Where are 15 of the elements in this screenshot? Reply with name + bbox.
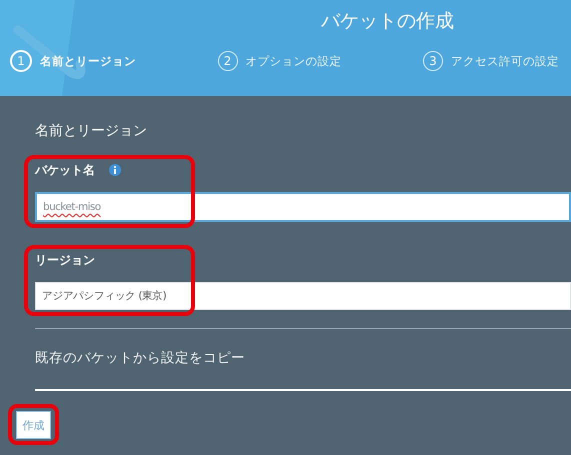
step-tab[interactable]: アクセス許可の設定 — [451, 54, 559, 68]
create-button[interactable]: 作成 — [16, 411, 51, 439]
section-heading: 名前とリージョン — [35, 122, 148, 140]
page-title: バケットの作成 — [320, 9, 455, 34]
info-icon[interactable] — [109, 164, 121, 176]
field-label: バケット名 — [35, 162, 95, 178]
field-label: リージョン — [35, 252, 95, 268]
step-tab[interactable]: 名前とリージョン — [40, 54, 136, 68]
input-field[interactable]: bucket-miso — [35, 192, 571, 222]
step-number: 1 — [10, 50, 32, 72]
input-field[interactable]: アジアパシフィック (東京) — [35, 282, 571, 310]
step-tab[interactable]: オプションの設定 — [246, 54, 342, 68]
copy-settings-heading[interactable]: 既存のバケットから設定をコピー — [35, 349, 571, 367]
step-number: 2 — [218, 51, 238, 71]
step-number: 3 — [423, 51, 443, 71]
